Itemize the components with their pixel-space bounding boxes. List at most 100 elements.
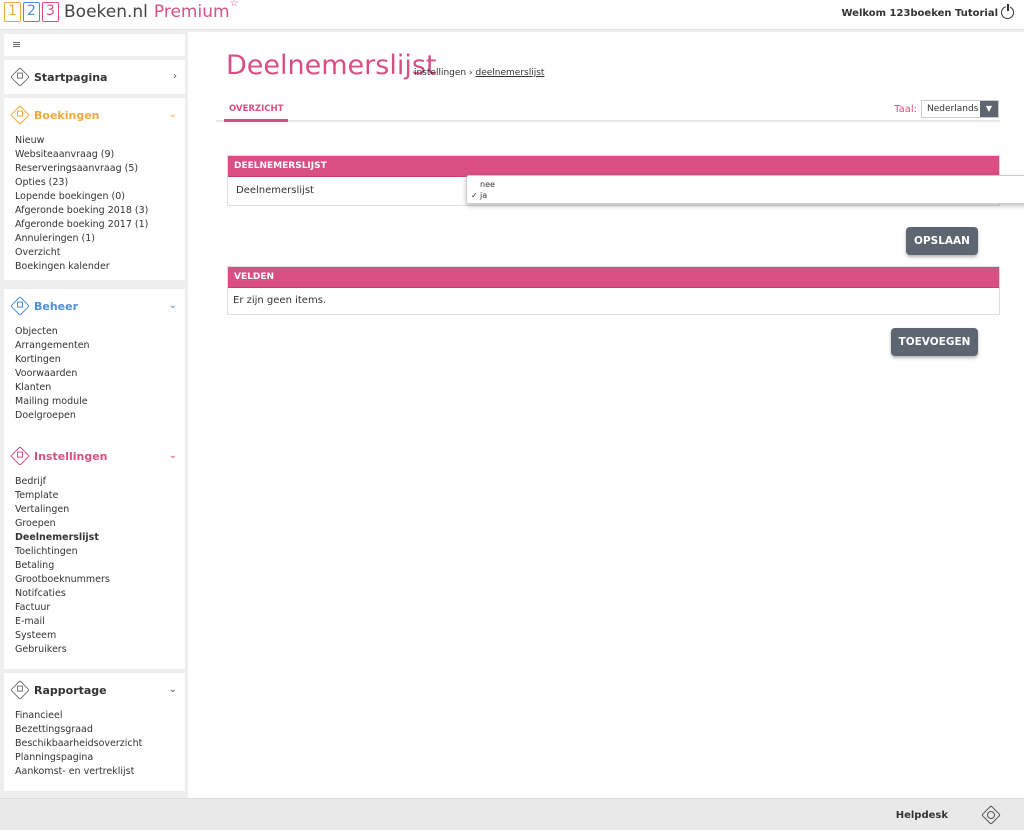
logo-digit-1: 1 — [4, 2, 21, 22]
sidebar-item-mailing-module[interactable]: Mailing module — [15, 395, 185, 409]
sidebar-item-bezettingsgraad[interactable]: Bezettingsgraad — [15, 723, 185, 737]
sidebar-item-planningspagina[interactable]: Planningspagina — [15, 751, 185, 765]
sidebar-item-toelichtingen[interactable]: Toelichtingen — [15, 545, 185, 559]
option-ja-label: ja — [480, 191, 488, 200]
sidebar-section-rapportage[interactable]: Rapportage ⌄ — [4, 673, 185, 707]
chevron-right-icon: › — [173, 71, 177, 82]
sidebar-item-overzicht[interactable]: Overzicht — [15, 246, 185, 260]
sidebar-item-financieel[interactable]: Financieel — [15, 709, 185, 723]
sidebar-item-notifcaties[interactable]: Notifcaties — [15, 587, 185, 601]
option-ja[interactable]: ✓ ja — [467, 190, 1024, 201]
chevron-down-icon: ⌄ — [168, 300, 177, 311]
sidebar-toggle[interactable]: ≡ — [4, 34, 185, 56]
card-header: VELDEN — [228, 267, 999, 288]
calendar-icon — [10, 105, 30, 125]
logo-premium: Premium☆ — [153, 0, 239, 22]
sidebar-item-reserveringsaanvraag[interactable]: Reserveringsaanvraag (5) — [15, 162, 185, 176]
save-button[interactable]: OPSLAAN — [906, 227, 978, 255]
sidebar-section-label: Boekingen — [34, 108, 100, 122]
sidebar-item-systeem[interactable]: Systeem — [15, 629, 185, 643]
language-select[interactable]: Nederlands ▼ — [921, 100, 999, 118]
sidebar-item-websiteaanvraag[interactable]: Websiteaanvraag (9) — [15, 148, 185, 162]
tab-bar: OVERZICHT — [216, 100, 1000, 122]
sidebar-item-betaling[interactable]: Betaling — [15, 559, 185, 573]
welcome-text: Welkom 123boeken Tutorial — [841, 8, 998, 19]
helpdesk-link[interactable]: Helpdesk — [896, 810, 948, 821]
sidebar-item-email[interactable]: E-mail — [15, 615, 185, 629]
logo-digit-3: 3 — [42, 2, 59, 22]
sidebar-item-voorwaarden[interactable]: Voorwaarden — [15, 367, 185, 381]
option-nee-label: nee — [480, 180, 495, 189]
sidebar-item-vertalingen[interactable]: Vertalingen — [15, 503, 185, 517]
sidebar-item-afgeronde-2017[interactable]: Afgeronde boeking 2017 (1) — [15, 218, 185, 232]
power-icon[interactable] — [1001, 4, 1014, 19]
sidebar-item-aankomst-vertreklijst[interactable]: Aankomst- en vertreklijst — [15, 765, 185, 779]
sidebar-item-startpagina[interactable]: Startpagina › — [4, 60, 185, 94]
sidebar-item-kortingen[interactable]: Kortingen — [15, 353, 185, 367]
sidebar-item-afgeronde-2018[interactable]: Afgeronde boeking 2018 (3) — [15, 204, 185, 218]
sidebar-item-nieuw[interactable]: Nieuw — [15, 134, 185, 148]
beheer-list: Objecten Arrangementen Kortingen Voorwaa… — [4, 323, 185, 431]
empty-message: Er zijn geen items. — [233, 295, 327, 306]
sidebar-section-label: Beheer — [34, 299, 79, 313]
helpdesk-icon[interactable] — [981, 805, 1001, 825]
breadcrumb: instellingen › deelnemerslijst — [414, 68, 544, 78]
chevron-down-icon: ⌄ — [168, 450, 177, 461]
breadcrumb-separator: › — [469, 68, 473, 78]
breadcrumb-parent[interactable]: instellingen — [414, 68, 466, 78]
dropdown-arrow-icon: ▼ — [980, 101, 998, 117]
option-nee[interactable]: nee — [467, 179, 1024, 190]
sidebar-item-arrangementen[interactable]: Arrangementen — [15, 339, 185, 353]
deelnemerslijst-label: Deelnemerslijst — [236, 185, 314, 196]
sidebar-item-grootboeknummers[interactable]: Grootboeknummers — [15, 573, 185, 587]
sidebar-item-template[interactable]: Template — [15, 489, 185, 503]
sidebar-panel-startpagina: Startpagina › — [4, 60, 185, 94]
rapportage-list: Financieel Bezettingsgraad Beschikbaarhe… — [4, 707, 185, 787]
deelnemerslijst-card: DEELNEMERSLIJST Deelnemerslijst nee ✓ ja — [227, 155, 1024, 206]
language-value: Nederlands — [927, 104, 979, 114]
sidebar-item-factuur[interactable]: Factuur — [15, 601, 185, 615]
sidebar-item-annuleringen[interactable]: Annuleringen (1) — [15, 232, 185, 246]
footer: Helpdesk — [0, 798, 1024, 830]
sidebar-item-lopende-boekingen[interactable]: Lopende boekingen (0) — [15, 190, 185, 204]
premium-label: Premium — [153, 2, 230, 22]
sidebar-section-beheer[interactable]: Beheer ⌄ — [4, 289, 185, 323]
language-label: Taal: — [894, 103, 917, 115]
sidebar-item-doelgroepen[interactable]: Doelgroepen — [15, 409, 185, 423]
sidebar-section-instellingen[interactable]: Instellingen ⌄ — [4, 439, 185, 473]
breadcrumb-current[interactable]: deelnemerslijst — [475, 68, 544, 78]
grid-icon — [10, 296, 30, 316]
top-bar: 1 2 3 Boeken.nl Premium☆ Welkom 123boeke… — [0, 0, 1024, 30]
sidebar-item-beschikbaarheidsoverzicht[interactable]: Beschikbaarheidsoverzicht — [15, 737, 185, 751]
sidebar-item-klanten[interactable]: Klanten — [15, 381, 185, 395]
add-button[interactable]: TOEVOEGEN — [891, 328, 978, 356]
menu-collapse-icon: ≡ — [12, 38, 22, 51]
sidebar-item-groepen[interactable]: Groepen — [15, 517, 185, 531]
sidebar-panel-instellingen: Instellingen ⌄ Bedrijf Template Vertalin… — [4, 439, 185, 669]
boekingen-list: Nieuw Websiteaanvraag (9) Reserveringsaa… — [4, 132, 185, 282]
tab-overzicht[interactable]: OVERZICHT — [224, 104, 289, 122]
star-icon: ☆ — [229, 0, 239, 9]
card-header: DEELNEMERSLIJST — [228, 156, 999, 177]
settings-icon — [10, 446, 30, 466]
sidebar-item-bedrijf[interactable]: Bedrijf — [15, 475, 185, 489]
language-selector: Taal: Nederlands ▼ — [894, 100, 999, 118]
velden-card: VELDEN Er zijn geen items. — [227, 266, 1000, 315]
sidebar-section-label: Rapportage — [34, 683, 107, 697]
sidebar-item-gebruikers[interactable]: Gebruikers — [15, 643, 185, 657]
sidebar-panel-rapportage: Rapportage ⌄ Financieel Bezettingsgraad … — [4, 673, 185, 791]
deelnemerslijst-dropdown[interactable]: nee ✓ ja — [466, 175, 1024, 204]
sidebar-item-objecten[interactable]: Objecten — [15, 325, 185, 339]
instellingen-list: Bedrijf Template Vertalingen Groepen Dee… — [4, 473, 185, 665]
logo[interactable]: 1 2 3 Boeken.nl Premium☆ — [4, 0, 239, 22]
sidebar-section-boekingen[interactable]: Boekingen ⌄ — [4, 98, 185, 132]
chevron-down-icon: ⌄ — [168, 109, 177, 120]
sidebar-item-opties[interactable]: Opties (23) — [15, 176, 185, 190]
home-icon — [10, 67, 30, 87]
logo-digit-2: 2 — [23, 2, 40, 22]
sidebar-item-deelnemerslijst[interactable]: Deelnemerslijst — [15, 531, 185, 545]
sidebar-panel-beheer: Beheer ⌄ Objecten Arrangementen Kortinge… — [4, 289, 185, 439]
main-content: Deelnemerslijst instellingen › deelnemer… — [188, 32, 1024, 798]
sidebar-item-boekingen-kalender[interactable]: Boekingen kalender — [15, 260, 185, 274]
sidebar-panel-boekingen: Boekingen ⌄ Nieuw Websiteaanvraag (9) Re… — [4, 98, 185, 280]
